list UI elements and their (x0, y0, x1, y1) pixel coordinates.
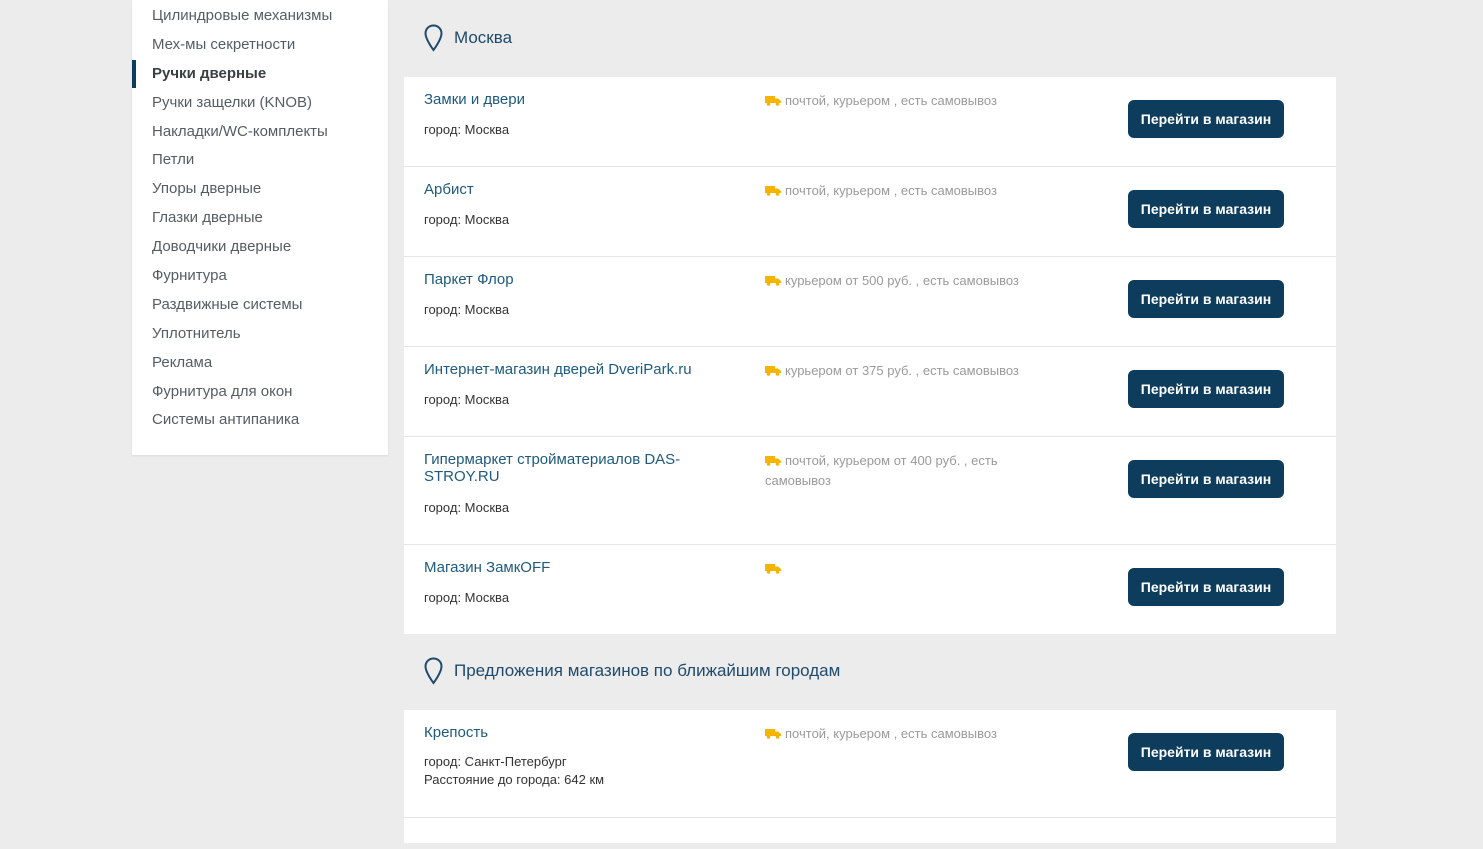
truck-icon (765, 366, 781, 376)
sidebar-item-door-closers[interactable]: Доводчики дверные (132, 233, 388, 262)
truck-icon (765, 564, 781, 574)
shop-city: город: Москва (424, 392, 510, 407)
delivery-text: почтой, курьером от 400 руб. , есть само… (765, 453, 998, 488)
section-title: Москва (454, 28, 513, 47)
shop-row: Паркет Флор город: Москва курьером от 50… (404, 257, 1336, 347)
sidebar-item-seals[interactable]: Уплотнитель (132, 320, 388, 349)
delivery-info: курьером от 500 руб. , есть самовывоз (765, 271, 1050, 291)
delivery-text: курьером от 375 руб. , есть самовывоз (785, 363, 1019, 378)
sidebar-item-advertising[interactable]: Реклама (132, 349, 388, 378)
go-to-shop-button[interactable]: Перейти в магазин (1128, 733, 1284, 771)
go-to-shop-button[interactable]: Перейти в магазин (1128, 568, 1284, 606)
shop-row: Крепость город: Санкт-Петербург Расстоян… (404, 710, 1336, 818)
category-list: Цилиндровые механизмы Мех-мы секретности… (132, 0, 388, 435)
shop-distance: Расстояние до города: 642 км (424, 772, 605, 787)
shop-name-link[interactable]: Интернет-магазин дверей DveriPark.ru (424, 361, 724, 378)
delivery-info: почтой, курьером , есть самовывоз (765, 724, 1050, 744)
shop-city: город: Москва (424, 212, 510, 227)
sidebar-item-cylinders[interactable]: Цилиндровые механизмы (132, 2, 388, 31)
shop-row: Гипермаркет стройматериалов DAS-STROY.RU… (404, 437, 1336, 545)
delivery-info: почтой, курьером от 400 руб. , есть само… (765, 451, 1030, 491)
section-header-moscow: Москва (424, 24, 512, 52)
moscow-shop-list: Замки и двери город: Москва почтой, курь… (404, 77, 1336, 634)
shop-name-link[interactable]: Гипермаркет стройматериалов DAS-STROY.RU (424, 451, 714, 485)
sidebar-item-secrecy-mechanisms[interactable]: Мех-мы секретности (132, 31, 388, 60)
delivery-text: почтой, курьером , есть самовывоз (785, 93, 997, 108)
sidebar-item-hardware[interactable]: Фурнитура (132, 262, 388, 291)
delivery-info: курьером от 375 руб. , есть самовывоз (765, 361, 1050, 381)
sidebar-item-panic-systems[interactable]: Системы антипаника (132, 406, 388, 435)
shop-name-link[interactable]: Паркет Флор (424, 271, 724, 288)
delivery-info (765, 559, 1050, 579)
shop-row: Замки и двери город: Москва почтой, курь… (404, 77, 1336, 167)
shop-name-link[interactable]: Замки и двери (424, 91, 724, 108)
sidebar-item-peepholes[interactable]: Глазки дверные (132, 204, 388, 233)
delivery-info: почтой, курьером , есть самовывоз (765, 91, 1050, 111)
sidebar-item-door-stops[interactable]: Упоры дверные (132, 175, 388, 204)
sidebar-item-window-hardware[interactable]: Фурнитура для окон (132, 378, 388, 407)
shop-city: город: Москва (424, 302, 510, 317)
sidebar-item-sliding-systems[interactable]: Раздвижные системы (132, 291, 388, 320)
go-to-shop-button[interactable]: Перейти в магазин (1128, 460, 1284, 498)
truck-icon (765, 276, 781, 286)
sidebar-item-knob-latches[interactable]: Ручки защелки (KNOB) (132, 89, 388, 118)
section-title: Предложения магазинов по ближайшим город… (454, 661, 841, 680)
shop-row: Магазин ЗамкOFF город: Москва Перейти в … (404, 545, 1336, 634)
sidebar-item-wc-sets[interactable]: Накладки/WC-комплекты (132, 118, 388, 147)
go-to-shop-button[interactable]: Перейти в магазин (1128, 100, 1284, 138)
sidebar-item-hinges[interactable]: Петли (132, 146, 388, 175)
delivery-info: почтой, курьером , есть самовывоз (765, 181, 1050, 201)
truck-icon (765, 96, 781, 106)
delivery-text: почтой, курьером , есть самовывоз (785, 726, 997, 741)
truck-icon (765, 456, 781, 466)
map-pin-icon (424, 657, 443, 685)
shop-city: город: Москва (424, 500, 510, 515)
section-header-nearby: Предложения магазинов по ближайшим город… (424, 657, 840, 685)
sidebar-item-door-handles[interactable]: Ручки дверные (132, 59, 388, 89)
category-sidebar: Цилиндровые механизмы Мех-мы секретности… (132, 0, 388, 455)
shop-city: город: Санкт-Петербург (424, 754, 567, 769)
shop-row: Арбист город: Москва почтой, курьером , … (404, 167, 1336, 257)
shop-name-link[interactable]: Магазин ЗамкOFF (424, 559, 724, 576)
delivery-text: почтой, курьером , есть самовывоз (785, 183, 997, 198)
shop-name-link[interactable]: Арбист (424, 181, 724, 198)
shop-name-link[interactable]: Крепость (424, 724, 724, 741)
delivery-text: курьером от 500 руб. , есть самовывоз (785, 273, 1019, 288)
go-to-shop-button[interactable]: Перейти в магазин (1128, 280, 1284, 318)
shop-city: город: Москва (424, 122, 510, 137)
shop-row: Интернет-магазин дверей DveriPark.ru гор… (404, 347, 1336, 437)
go-to-shop-button[interactable]: Перейти в магазин (1128, 370, 1284, 408)
map-pin-icon (424, 24, 443, 52)
truck-icon (765, 729, 781, 739)
nearby-shop-list: Крепость город: Санкт-Петербург Расстоян… (404, 710, 1336, 843)
shop-city: город: Москва (424, 590, 510, 605)
truck-icon (765, 186, 781, 196)
go-to-shop-button[interactable]: Перейти в магазин (1128, 190, 1284, 228)
